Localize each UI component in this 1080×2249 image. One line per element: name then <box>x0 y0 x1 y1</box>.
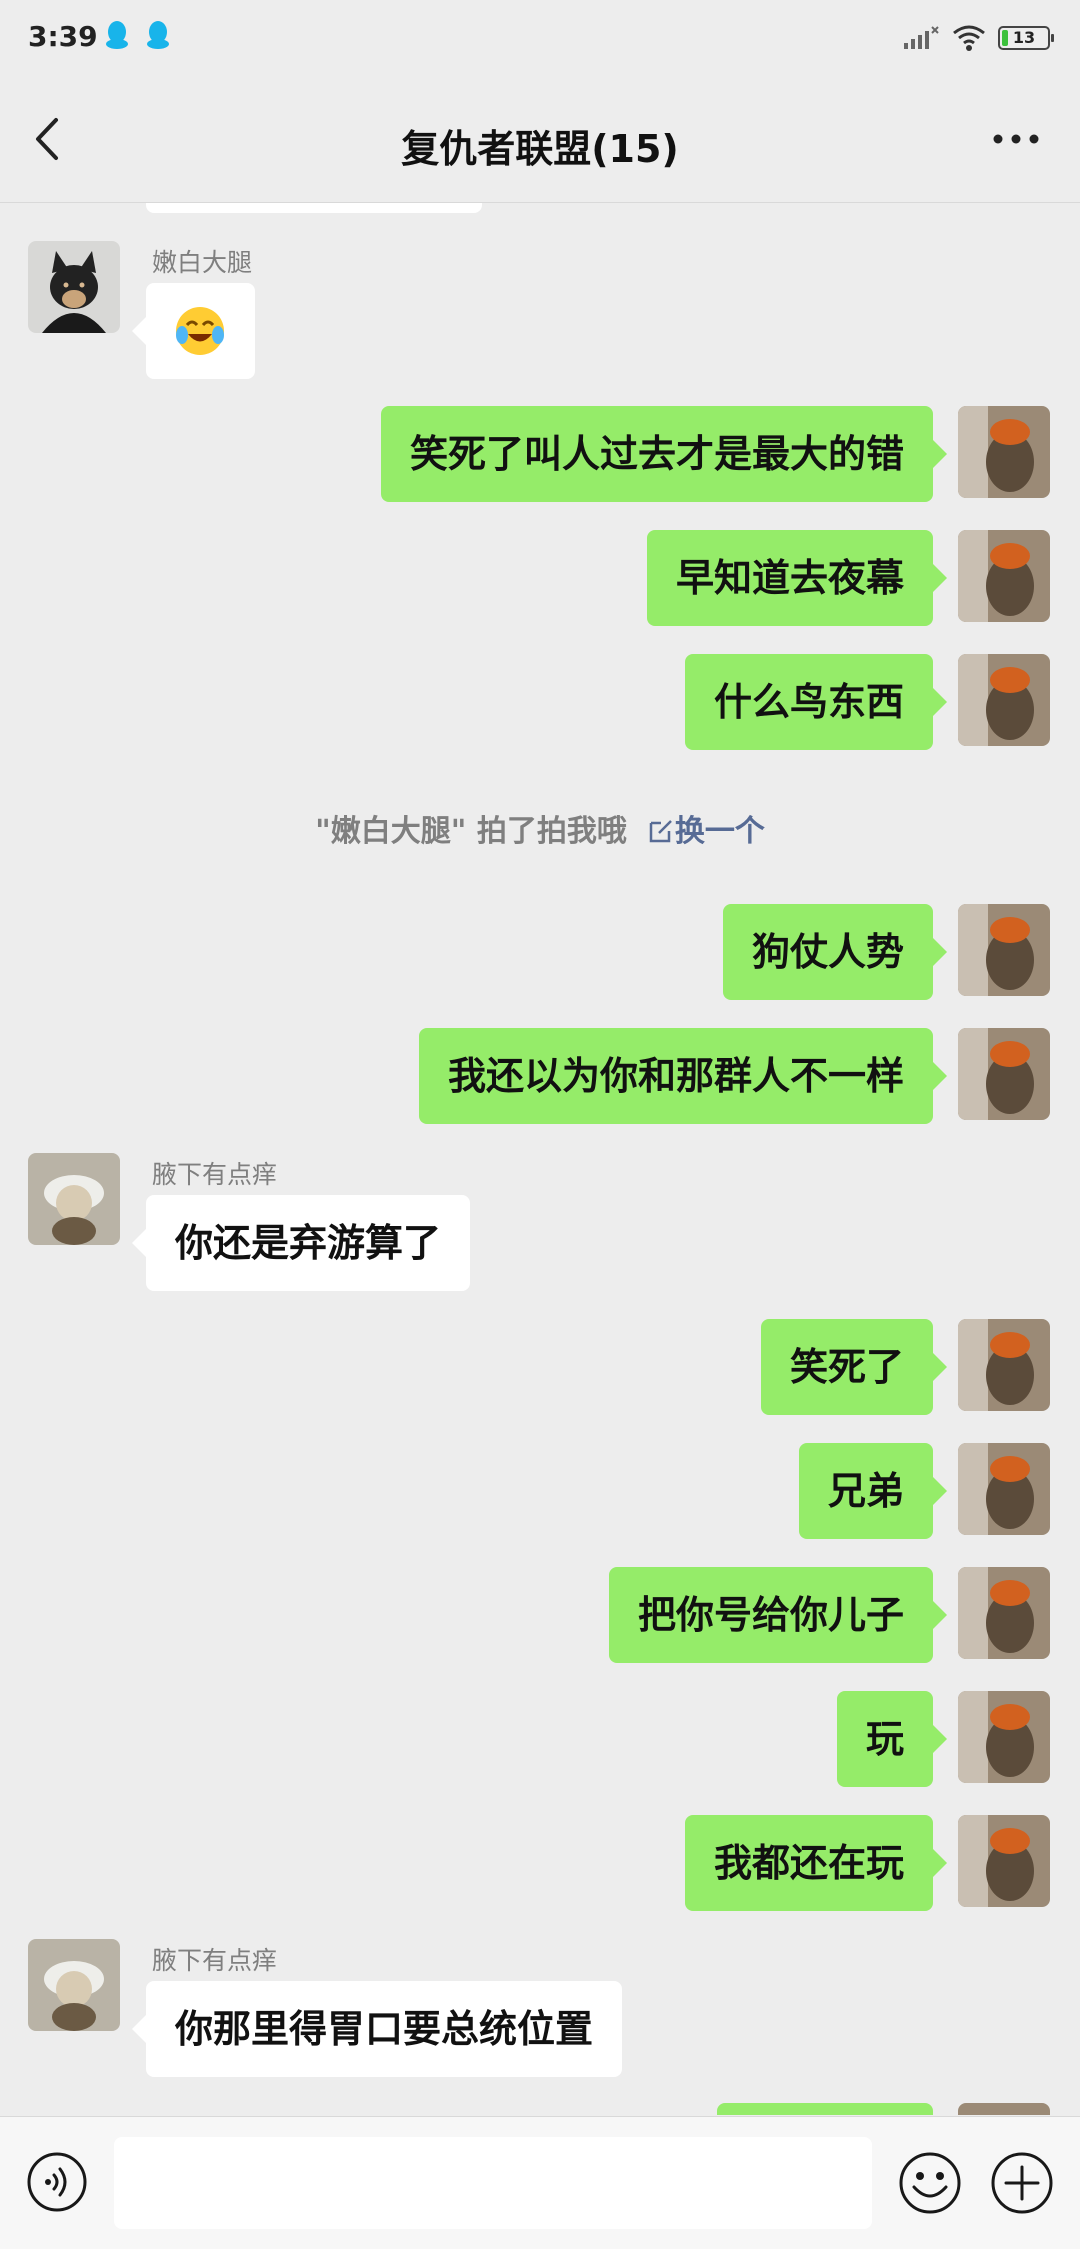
qq-icon <box>106 21 128 49</box>
plus-icon[interactable] <box>990 2151 1054 2215</box>
status-time: 3:39 <box>28 20 98 53</box>
outgoing-message-bubble[interactable]: 我还以为你和那群人不一样 <box>418 1028 948 1124</box>
crying-laughing-emoji <box>176 307 224 355</box>
change-pat-link[interactable]: 换一个 <box>647 814 765 849</box>
outgoing-message-bubble[interactable]: 兄弟 <box>798 1443 948 1539</box>
avatar-self[interactable] <box>958 1691 1050 1783</box>
outgoing-message-bubble[interactable]: 玩 <box>836 1691 948 1787</box>
sender-name: 腋下有点痒 <box>152 1160 278 1189</box>
avatar-self[interactable] <box>958 1028 1050 1120</box>
outgoing-message-bubble[interactable]: 早知道去夜幕 <box>646 530 948 626</box>
status-bar: 3:39 13 <box>0 0 1080 76</box>
outgoing-message-bubble[interactable]: 笑死了 <box>760 1319 948 1415</box>
avatar-yexiayoudianyang[interactable] <box>28 1939 120 2031</box>
avatar-yexiayoudianyang[interactable] <box>28 1153 120 1245</box>
qq-icon <box>147 21 169 49</box>
outgoing-message-bubble[interactable]: 狗仗人势 <box>722 904 948 1000</box>
outgoing-message-bubble[interactable]: 我都还在玩 <box>684 1815 948 1911</box>
voice-icon[interactable] <box>26 2151 88 2213</box>
sender-name: 腋下有点痒 <box>152 1946 278 1975</box>
incoming-message-bubble[interactable]: 你那里得胃口要总统位置 <box>131 1981 623 2077</box>
system-message-text: "嫩白大腿" 拍了拍我哦 <box>315 814 627 849</box>
incoming-message-bubble[interactable]: 你还是弃游算了 <box>131 1195 471 1291</box>
avatar-self[interactable] <box>958 654 1050 746</box>
outgoing-message-bubble[interactable]: 把你号给你儿子 <box>608 1567 948 1663</box>
avatar-self <box>958 2103 1050 2115</box>
message-list[interactable]: 嫩白大腿 笑死了叫人过去才是最大的错 早知道去夜幕 什么鸟东西 "嫩白大腿" 拍… <box>0 203 1080 2115</box>
avatar-self[interactable] <box>958 904 1050 996</box>
avatar-self[interactable] <box>958 1815 1050 1907</box>
outgoing-message-bubble[interactable]: 什么鸟东西 <box>684 654 948 750</box>
more-dots-icon[interactable] <box>992 132 1040 146</box>
avatar-self[interactable] <box>958 406 1050 498</box>
emoji-icon[interactable] <box>898 2151 962 2215</box>
avatar-nenbaidatui[interactable] <box>28 241 120 333</box>
avatar-self[interactable] <box>958 1443 1050 1535</box>
emoji-message-bubble[interactable] <box>132 283 255 379</box>
avatar-self[interactable] <box>958 1319 1050 1411</box>
avatar-self[interactable] <box>958 530 1050 622</box>
previous-message-bubble <box>146 203 482 213</box>
chat-header: 复仇者联盟(15) <box>0 76 1080 203</box>
wifi-icon <box>953 25 985 51</box>
signal-icon <box>904 26 939 49</box>
outgoing-message-bubble[interactable]: 笑死了叫人过去才是最大的错 <box>380 406 948 502</box>
avatar-self[interactable] <box>958 1567 1050 1659</box>
edit-icon <box>649 820 672 843</box>
battery-icon: 13 <box>998 26 1054 50</box>
input-bar <box>0 2116 1080 2249</box>
message-input[interactable] <box>114 2137 872 2229</box>
next-message-bubble <box>717 2103 933 2115</box>
chat-title: 复仇者联盟(15) <box>401 127 679 171</box>
battery-level: 13 <box>1012 28 1036 47</box>
change-pat-label: 换一个 <box>674 814 765 849</box>
system-pat-message: "嫩白大腿" 拍了拍我哦 换一个 <box>0 806 1080 850</box>
sender-name: 嫩白大腿 <box>152 248 253 277</box>
